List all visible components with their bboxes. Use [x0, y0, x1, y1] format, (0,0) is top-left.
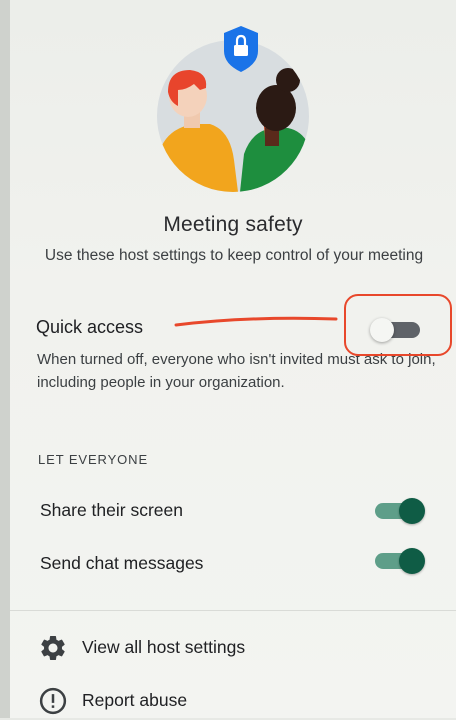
view-host-settings-item[interactable]: View all host settings — [36, 627, 436, 667]
quick-access-description: When turned off, everyone who isn't invi… — [37, 351, 436, 391]
quick-access-toggle[interactable] — [368, 316, 426, 344]
meeting-safety-illustration — [157, 26, 309, 192]
window-edge — [0, 0, 10, 718]
page-subtitle: Use these host settings to keep control … — [44, 247, 424, 264]
toggle-thumb — [399, 548, 425, 574]
share-screen-toggle[interactable] — [373, 497, 425, 525]
footer-divider — [10, 610, 456, 611]
report-abuse-label: Report abuse — [82, 690, 188, 710]
send-chat-toggle[interactable] — [373, 547, 425, 575]
report-abuse-item[interactable]: Report abuse — [36, 680, 436, 720]
quick-access-label: Quick access — [36, 317, 144, 337]
send-chat-label: Send chat messages — [40, 553, 204, 573]
exclamation-circle-icon — [39, 687, 67, 715]
toggle-thumb — [399, 498, 425, 524]
gear-icon — [41, 636, 65, 660]
share-screen-label: Share their screen — [40, 500, 183, 520]
toggle-thumb — [370, 318, 394, 342]
page-title: Meeting safety — [163, 213, 303, 236]
let-everyone-header: LET EVERYONE — [38, 452, 149, 467]
view-host-settings-label: View all host settings — [82, 637, 246, 657]
